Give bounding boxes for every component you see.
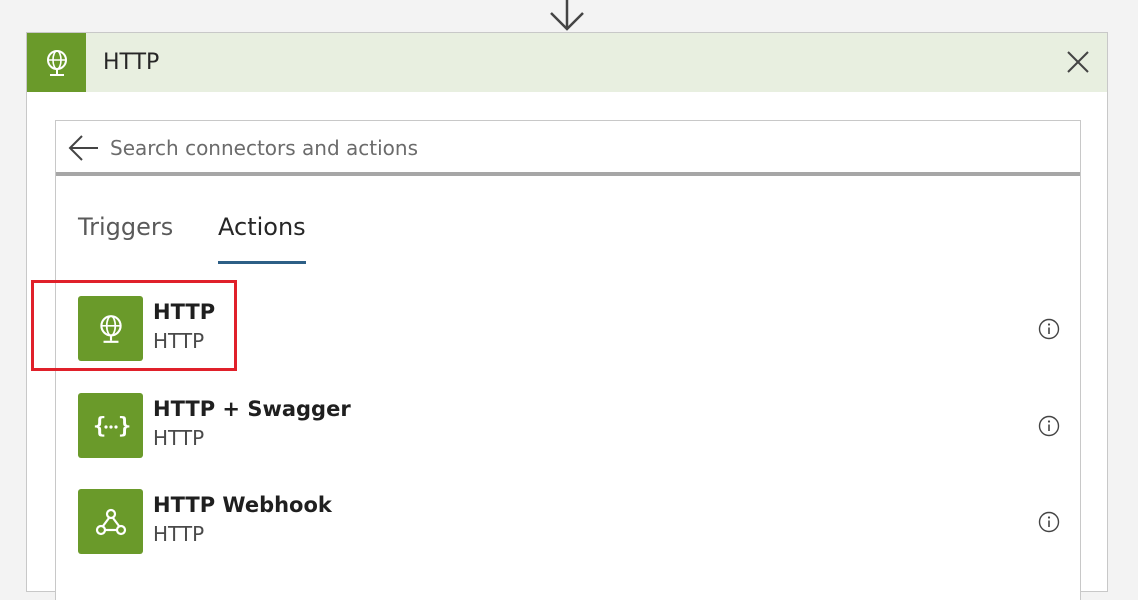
highlight-box	[31, 280, 237, 371]
action-item-http-webhook[interactable]: HTTP Webhook HTTP	[56, 489, 1080, 583]
close-icon[interactable]	[1065, 49, 1091, 75]
info-icon[interactable]	[1038, 415, 1060, 437]
curly-braces-icon: { }	[78, 393, 143, 458]
tab-triggers[interactable]: Triggers	[78, 213, 173, 253]
info-icon[interactable]	[1038, 511, 1060, 533]
action-title: HTTP + Swagger	[153, 397, 351, 421]
back-arrow-icon[interactable]	[68, 134, 100, 162]
globe-icon	[27, 33, 86, 92]
action-subtitle: HTTP	[153, 426, 205, 450]
info-icon[interactable]	[1038, 318, 1060, 340]
flow-down-arrow-icon	[550, 0, 584, 31]
card-title[interactable]: HTTP	[103, 50, 159, 75]
action-subtitle: HTTP	[153, 522, 205, 546]
search-box	[56, 121, 1080, 176]
svg-text:{: {	[93, 414, 106, 439]
search-input[interactable]	[110, 131, 1010, 165]
webhook-icon	[78, 489, 143, 554]
action-item-http-swagger[interactable]: { } HTTP + Swagger HTTP	[56, 393, 1080, 487]
selected-tab-indicator	[218, 261, 306, 264]
action-title: HTTP Webhook	[153, 493, 332, 517]
tab-actions[interactable]: Actions	[218, 213, 306, 253]
svg-text:}: }	[118, 414, 131, 439]
card-header[interactable]: HTTP	[27, 33, 1107, 92]
